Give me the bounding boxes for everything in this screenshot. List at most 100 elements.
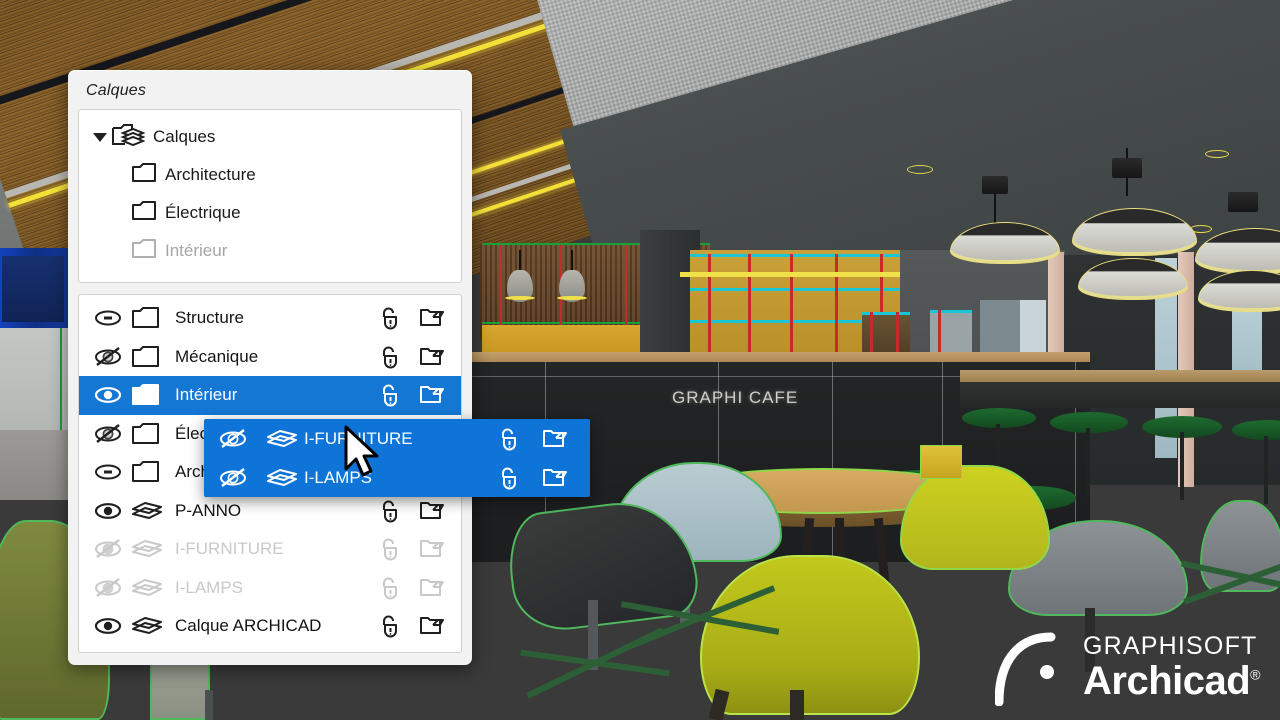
layer-group-button[interactable] (411, 382, 451, 408)
lamp-glow (505, 296, 535, 300)
scene-chair-leg (205, 690, 213, 720)
folder-icon (131, 238, 157, 265)
lock-open-icon (383, 384, 397, 407)
layer-name: Calque ARCHICAD (175, 616, 322, 636)
group-copy-icon (420, 578, 444, 596)
eye-hidden-icon (220, 428, 246, 448)
lamp-canopy (1228, 192, 1258, 212)
layer-lock-toggle[interactable] (484, 426, 532, 452)
layer-row[interactable]: Mécanique (79, 338, 461, 377)
logo-graphisoft-text: GRAPHISOFT (1083, 631, 1258, 660)
layer-visibility-toggle[interactable] (93, 461, 131, 483)
layer-group-button[interactable] (532, 465, 576, 491)
layer-lock-toggle[interactable] (484, 465, 532, 491)
chevron-down-icon[interactable] (89, 132, 111, 142)
layer-submenu-popup[interactable]: I-FURNITURE I-LAMPS (204, 419, 590, 497)
ceiling-light-ring (1205, 150, 1229, 158)
mouse-pointer-icon (343, 425, 383, 483)
layer-name: I-LAMPS (175, 577, 244, 597)
lamp-canopy (982, 176, 1008, 194)
tree-root-row[interactable]: Calques (79, 118, 461, 156)
layer-lock-toggle[interactable] (367, 536, 411, 562)
eye-hidden-icon (95, 346, 121, 366)
scene-edge-line (625, 245, 627, 325)
layer-lock-toggle[interactable] (367, 344, 411, 370)
scene-edge-line (930, 310, 972, 313)
layer-visibility-toggle[interactable] (93, 423, 131, 445)
registered-mark: ® (1250, 666, 1260, 683)
layer-visibility-toggle[interactable] (93, 577, 131, 599)
layer-visibility-toggle[interactable] (93, 615, 131, 637)
tree-item-electrique[interactable]: Électrique (79, 194, 461, 232)
layer-visibility-toggle[interactable] (218, 428, 266, 450)
layer-group-button[interactable] (532, 426, 576, 452)
layer-type-icon (131, 615, 165, 637)
layer-visibility-toggle[interactable] (93, 346, 131, 368)
layer-name: I-FURNITURE (304, 429, 484, 449)
group-copy-icon (420, 386, 444, 404)
scene-blue-cabinet (0, 248, 68, 328)
eye-hidden-icon (95, 423, 121, 443)
group-copy-icon (420, 617, 444, 635)
tree-item-label: Architecture (165, 165, 256, 184)
tree-item-label: Intérieur (165, 241, 228, 260)
layer-visibility-toggle[interactable] (93, 500, 131, 522)
layer-row[interactable]: Intérieur (79, 376, 461, 415)
layer-visibility-toggle[interactable] (218, 467, 266, 489)
tree-item-interieur[interactable]: Intérieur (79, 232, 461, 270)
layer-group-button[interactable] (411, 344, 451, 370)
lamp-canopy (1112, 158, 1142, 178)
layer-lock-toggle[interactable] (367, 613, 411, 639)
submenu-layer-row[interactable]: I-LAMPS (204, 458, 590, 497)
layer-row[interactable]: Structure (79, 299, 461, 338)
logo-archicad-text: Archicad® (1083, 658, 1260, 703)
layers-palette[interactable]: Calques Calques Architecture Électrique … (68, 70, 472, 665)
layer-row[interactable]: P-ANNO (79, 492, 461, 531)
layer-lock-toggle[interactable] (367, 305, 411, 331)
layer-group-button[interactable] (411, 536, 451, 562)
layer-group-button[interactable] (411, 305, 451, 331)
layer-type-icon (131, 538, 165, 560)
layer-type-icon (131, 345, 165, 369)
layer-lock-toggle[interactable] (367, 498, 411, 524)
layer-visibility-toggle[interactable] (93, 538, 131, 560)
folder-open-icon (132, 384, 159, 406)
scene-chair-leg (790, 690, 804, 720)
eye-visible-icon (94, 618, 122, 635)
group-copy-icon (543, 468, 567, 486)
layer-row[interactable]: I-FURNITURE (79, 530, 461, 569)
layer-name: I-FURNITURE (175, 539, 284, 559)
layers-icon (267, 468, 297, 486)
layer-group-button[interactable] (411, 613, 451, 639)
group-copy-icon (420, 309, 444, 327)
archicad-mark-icon (995, 632, 1069, 706)
layer-lock-toggle[interactable] (367, 382, 411, 408)
layer-name: Intérieur (175, 385, 238, 405)
layers-icon (267, 429, 297, 447)
layer-row[interactable]: Calque ARCHICAD (79, 607, 461, 646)
tree-item-architecture[interactable]: Architecture (79, 156, 461, 194)
layer-lock-toggle[interactable] (367, 575, 411, 601)
layer-visibility-toggle[interactable] (93, 307, 131, 329)
lock-open-icon (383, 538, 397, 561)
lamp-glow (557, 296, 587, 300)
layer-combinations-tree[interactable]: Calques Architecture Électrique Intérieu… (78, 109, 462, 283)
folder-icon (132, 307, 159, 329)
lock-open-icon (502, 428, 516, 450)
folder-icon (132, 422, 159, 444)
tree-item-label: Électrique (165, 203, 241, 222)
layer-group-button[interactable] (411, 575, 451, 601)
submenu-layer-row[interactable]: I-FURNITURE (204, 419, 590, 458)
cafe-signage-text: GRAPHI CAFE (672, 388, 799, 407)
scene-bar-body (960, 382, 1280, 408)
layer-group-button[interactable] (411, 498, 451, 524)
layer-visibility-toggle[interactable] (93, 384, 131, 406)
lock-open-icon (502, 467, 516, 489)
layer-row[interactable]: I-LAMPS (79, 569, 461, 608)
folder-icon (131, 200, 157, 227)
group-copy-icon (420, 347, 444, 365)
layer-type-icon (131, 306, 165, 330)
layer-type-icon (266, 428, 304, 450)
layers-icon (132, 617, 162, 635)
eye-visible-icon (94, 387, 122, 404)
